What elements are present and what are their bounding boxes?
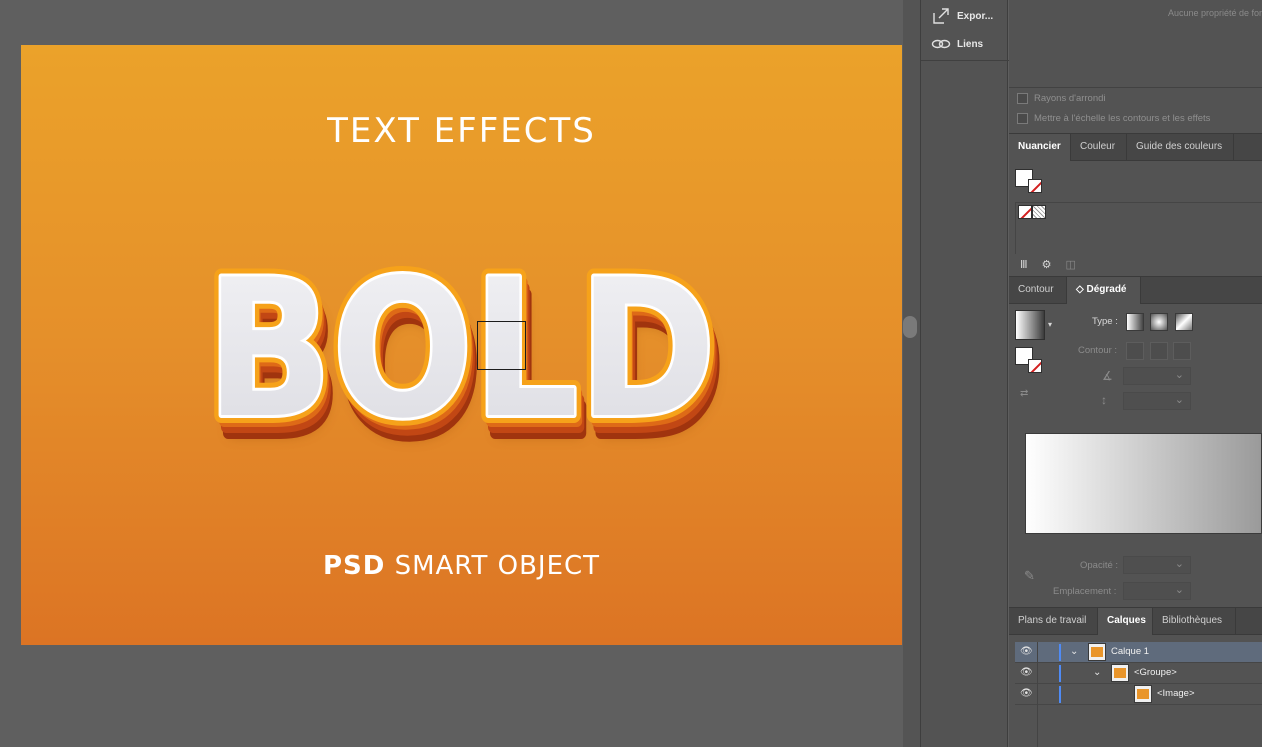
layer-name[interactable]: <Groupe> — [1134, 667, 1177, 678]
artboard-footer: PSD SMART OBJECT — [21, 551, 902, 581]
dock-divider — [921, 60, 1009, 61]
footer-bold: PSD — [322, 551, 386, 581]
expand-chevron-icon[interactable]: ⌄ — [1070, 645, 1082, 659]
properties-hint: Aucune propriété de for — [1167, 8, 1262, 18]
stroke-none-swatch[interactable] — [1028, 179, 1042, 193]
footer-rest: SMART OBJECT — [385, 551, 601, 581]
gradient-stroke-swatch[interactable] — [1028, 359, 1042, 373]
eyedropper-icon[interactable]: ✎ — [1024, 568, 1035, 584]
layer-row[interactable]: 👁 ⌄ <Groupe> — [1015, 663, 1262, 684]
layers-tabbar: Plans de travail Calques Bibliothèques — [1009, 607, 1262, 635]
export-label: Expor... — [957, 10, 994, 22]
layer-name[interactable]: Calque 1 — [1111, 646, 1149, 657]
angle-icon: ∡ — [1102, 369, 1113, 383]
stroke-across-button[interactable] — [1173, 342, 1191, 360]
tab-contour[interactable]: Contour — [1009, 277, 1067, 304]
gradient-tabbar: Contour ◇ Dégradé — [1009, 276, 1262, 304]
layer-thumbnail — [1134, 685, 1152, 703]
tab-bibliotheques[interactable]: Bibliothèques — [1153, 608, 1236, 635]
layer-color-bar — [1059, 686, 1061, 703]
export-icon — [933, 8, 949, 24]
swatch-new-icon[interactable]: ◫ — [1065, 258, 1075, 271]
expand-chevron-icon[interactable]: ⌄ — [1093, 666, 1105, 680]
divider — [1009, 87, 1262, 88]
scale-strokes-checkbox[interactable] — [1017, 113, 1028, 124]
gradient-thumb-dropdown-icon[interactable]: ▾ — [1048, 320, 1052, 329]
visibility-eye-icon[interactable]: 👁 — [1020, 688, 1033, 700]
layers-column-divider — [1037, 642, 1038, 747]
swatch-grid — [1015, 202, 1262, 254]
tab-couleur[interactable]: Couleur — [1071, 134, 1127, 161]
linear-gradient-button[interactable] — [1126, 313, 1144, 331]
right-panel-dock: Aucune propriété de for Rayons d'arrondi… — [1009, 0, 1262, 747]
layer-thumbnail — [1088, 643, 1106, 661]
gradient-thumbnail[interactable] — [1015, 310, 1045, 340]
location-dropdown[interactable] — [1123, 582, 1191, 600]
scale-strokes-label: Mettre à l'échelle les contours et les e… — [1034, 113, 1211, 124]
bold-extrusion: BOLD BOLD BOLD BOLD BOLD BOLD — [198, 231, 729, 484]
tab-nuancier[interactable]: Nuancier — [1009, 134, 1071, 161]
location-label: Emplacement : — [1053, 586, 1117, 597]
scale-strokes-option[interactable]: Mettre à l'échelle les contours et les e… — [1017, 113, 1210, 124]
type-label: Type : — [1092, 316, 1118, 327]
stroke-within-button[interactable] — [1126, 342, 1144, 360]
visibility-eye-icon[interactable]: 👁 — [1020, 646, 1033, 658]
app-window: TEXT EFFECTS BOLD BOLD BOLD BOLD BOLD BO… — [0, 0, 1262, 747]
aspect-ratio-dropdown[interactable] — [1123, 392, 1191, 410]
tab-guide-couleurs[interactable]: Guide des couleurs — [1127, 134, 1234, 161]
links-label: Liens — [957, 38, 984, 50]
swap-fill-stroke-icon[interactable]: ⇄ — [1020, 388, 1028, 399]
layer-row[interactable]: 👁 ⌄ Calque 1 — [1015, 642, 1262, 663]
freeform-gradient-button[interactable] — [1175, 313, 1193, 331]
gradient-slider-preview[interactable] — [1025, 433, 1262, 534]
opacity-label: Opacité : — [1080, 560, 1119, 571]
tab-plans-de-travail[interactable]: Plans de travail — [1009, 608, 1098, 635]
aspect-ratio-icon: ↕ — [1101, 393, 1107, 407]
document-canvas[interactable]: TEXT EFFECTS BOLD BOLD BOLD BOLD BOLD BO… — [0, 0, 903, 747]
tab-degrade[interactable]: ◇ Dégradé — [1067, 277, 1141, 304]
artboard[interactable]: TEXT EFFECTS BOLD BOLD BOLD BOLD BOLD BO… — [21, 45, 902, 645]
layer-thumbnail — [1111, 664, 1129, 682]
swatch-options-icon[interactable]: ⚙ — [1042, 258, 1052, 271]
stroke-along-button[interactable] — [1150, 342, 1168, 360]
opacity-dropdown[interactable] — [1123, 556, 1191, 574]
layer-color-bar — [1059, 644, 1061, 661]
layer-color-bar — [1059, 665, 1061, 682]
angle-dropdown[interactable] — [1123, 367, 1191, 385]
rounded-corners-checkbox[interactable] — [1017, 93, 1028, 104]
swatches-tabbar: Nuancier Couleur Guide des couleurs — [1009, 133, 1262, 161]
rounded-corners-label: Rayons d'arrondi — [1034, 93, 1106, 104]
links-icon — [931, 39, 951, 49]
links-panel-button[interactable]: Liens — [931, 33, 983, 55]
visibility-eye-icon[interactable]: 👁 — [1020, 667, 1033, 679]
bold-face: BOLD — [206, 239, 716, 460]
layer-row[interactable]: 👁 <Image> — [1015, 684, 1262, 705]
swatch-registration[interactable] — [1032, 205, 1046, 219]
contour-label: Contour : — [1078, 345, 1118, 356]
collapsed-panel-dock: Expor... Liens — [920, 0, 1009, 747]
selection-bounding-box[interactable] — [477, 321, 526, 370]
rounded-corners-option[interactable]: Rayons d'arrondi — [1017, 93, 1106, 104]
swatch-library-icon[interactable]: Ⅲ — [1020, 258, 1028, 271]
splitter-grip[interactable] — [903, 316, 917, 338]
radial-gradient-button[interactable] — [1150, 313, 1168, 331]
export-panel-button[interactable]: Expor... — [931, 5, 993, 27]
swatch-none[interactable] — [1018, 205, 1032, 219]
layer-name[interactable]: <Image> — [1157, 688, 1195, 699]
tab-calques[interactable]: Calques — [1098, 608, 1153, 635]
swatch-panel-toolbar: Ⅲ ⚙ ◫ — [1020, 258, 1076, 271]
panel-splitter[interactable] — [903, 0, 920, 747]
